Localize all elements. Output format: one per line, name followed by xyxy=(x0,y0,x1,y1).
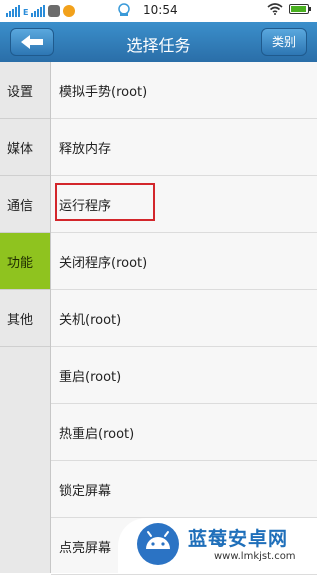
task-item-lock-screen[interactable]: 锁定屏幕 xyxy=(51,461,317,518)
highlight-box xyxy=(55,183,155,221)
signal-icon xyxy=(6,5,20,17)
notification-icon xyxy=(48,5,61,17)
watermark: 蓝莓安卓网 www.lmkjst.com xyxy=(118,518,317,573)
sidebar-item-media[interactable]: 媒体 xyxy=(0,119,50,176)
sidebar-item-other[interactable]: 其他 xyxy=(0,290,50,347)
status-left-icons: E xyxy=(6,3,76,17)
battery-icon xyxy=(289,4,311,14)
watermark-name: 蓝莓安卓网 xyxy=(188,528,289,550)
baby-icon xyxy=(118,3,130,16)
task-item-free-memory[interactable]: 释放内存 xyxy=(51,119,317,176)
task-item-reboot[interactable]: 重启(root) xyxy=(51,347,317,404)
category-button[interactable]: 类别 xyxy=(261,28,307,56)
network-type-label: E xyxy=(23,8,29,17)
title-bar: 选择任务 类别 xyxy=(0,22,317,63)
status-bar: E 10:54 xyxy=(0,0,317,22)
task-item-hot-reboot[interactable]: 热重启(root) xyxy=(51,404,317,461)
watermark-url: www.lmkjst.com xyxy=(214,551,296,562)
task-list: 模拟手势(root) 释放内存 运行程序 关闭程序(root) 关机(root)… xyxy=(51,62,317,575)
task-item-simulate-gesture[interactable]: 模拟手势(root) xyxy=(51,62,317,119)
app-notification-icon xyxy=(63,5,76,17)
sidebar-item-communication[interactable]: 通信 xyxy=(0,176,50,233)
sidebar-item-settings[interactable]: 设置 xyxy=(0,62,50,119)
android-logo-icon xyxy=(137,523,179,565)
sidebar-item-function[interactable]: 功能 xyxy=(0,233,50,290)
task-item-close-program[interactable]: 关闭程序(root) xyxy=(51,233,317,290)
task-item-shutdown[interactable]: 关机(root) xyxy=(51,290,317,347)
signal-icon xyxy=(31,5,46,17)
category-sidebar: 设置 媒体 通信 功能 其他 xyxy=(0,62,51,573)
status-time: 10:54 xyxy=(143,3,178,17)
wifi-icon xyxy=(267,3,283,15)
